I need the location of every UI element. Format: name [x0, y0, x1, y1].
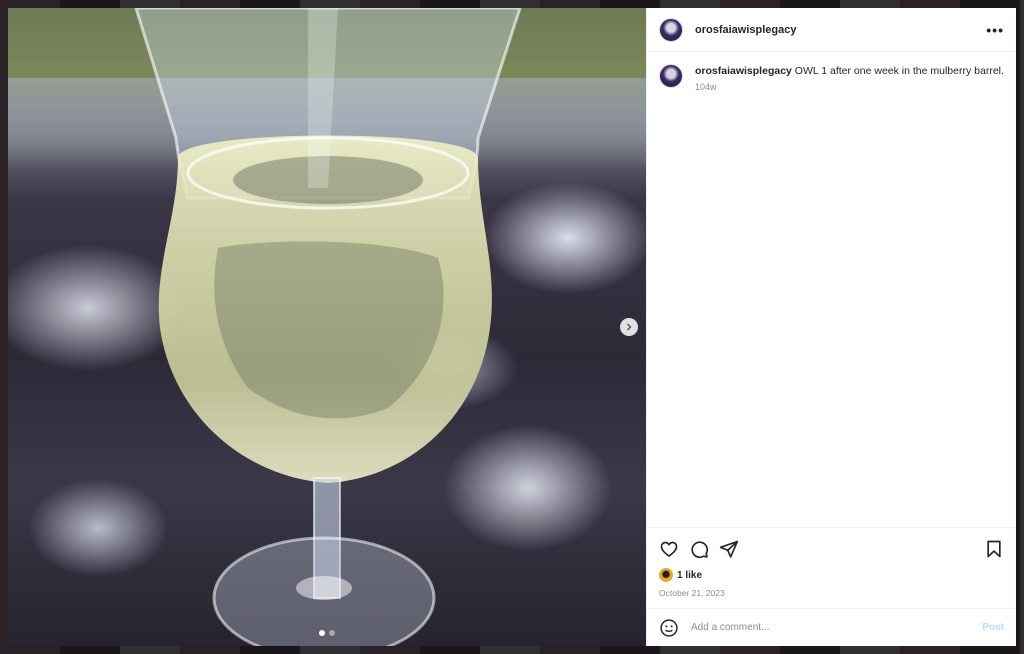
slide-indicator [8, 630, 646, 636]
caption-username[interactable]: orosfaiawisplegacy [695, 65, 792, 77]
likes-count[interactable]: 1 like [677, 570, 702, 581]
comment-input[interactable] [691, 622, 983, 633]
avatar[interactable] [659, 17, 683, 42]
post-modal: orosfaiawisplegacy ••• orosfaiawisplegac… [8, 8, 1016, 646]
heart-icon[interactable] [659, 539, 679, 559]
caption-timestamp[interactable]: 104w [695, 82, 1004, 92]
wine-glass-photo [134, 8, 522, 646]
post-side-panel: orosfaiawisplegacy ••• orosfaiawisplegac… [646, 8, 1016, 646]
caption-text: orosfaiawisplegacy OWL 1 after one week … [695, 64, 1004, 78]
caption-message: OWL 1 after one week in the mulberry bar… [791, 65, 1004, 77]
more-options-button[interactable]: ••• [986, 23, 1004, 37]
post-header: orosfaiawisplegacy ••• [647, 8, 1016, 52]
author-username[interactable]: orosfaiawisplegacy [695, 24, 797, 36]
post-comment-button[interactable]: Post [982, 622, 1004, 633]
caption-avatar[interactable] [659, 64, 683, 88]
likes-row: 1 like [659, 568, 1004, 582]
post-media [8, 8, 646, 646]
caption-body: orosfaiawisplegacy OWL 1 after one week … [695, 64, 1004, 92]
action-bar [659, 538, 1004, 560]
post-actions: 1 like October 21, 2023 [647, 527, 1016, 608]
slide-dot-active [319, 630, 325, 636]
slide-dot [329, 630, 335, 636]
share-icon[interactable] [719, 539, 739, 559]
bookmark-icon[interactable] [984, 539, 1004, 559]
next-slide-button[interactable] [620, 318, 638, 336]
liker-avatar[interactable] [659, 568, 673, 582]
comments-area: orosfaiawisplegacy OWL 1 after one week … [647, 52, 1016, 527]
post-date[interactable]: October 21, 2023 [659, 588, 1004, 608]
emoji-icon[interactable] [659, 618, 679, 638]
comment-form: Post [647, 608, 1016, 646]
comment-icon[interactable] [689, 539, 709, 559]
chevron-right-icon [627, 323, 632, 331]
caption: orosfaiawisplegacy OWL 1 after one week … [659, 64, 1004, 92]
